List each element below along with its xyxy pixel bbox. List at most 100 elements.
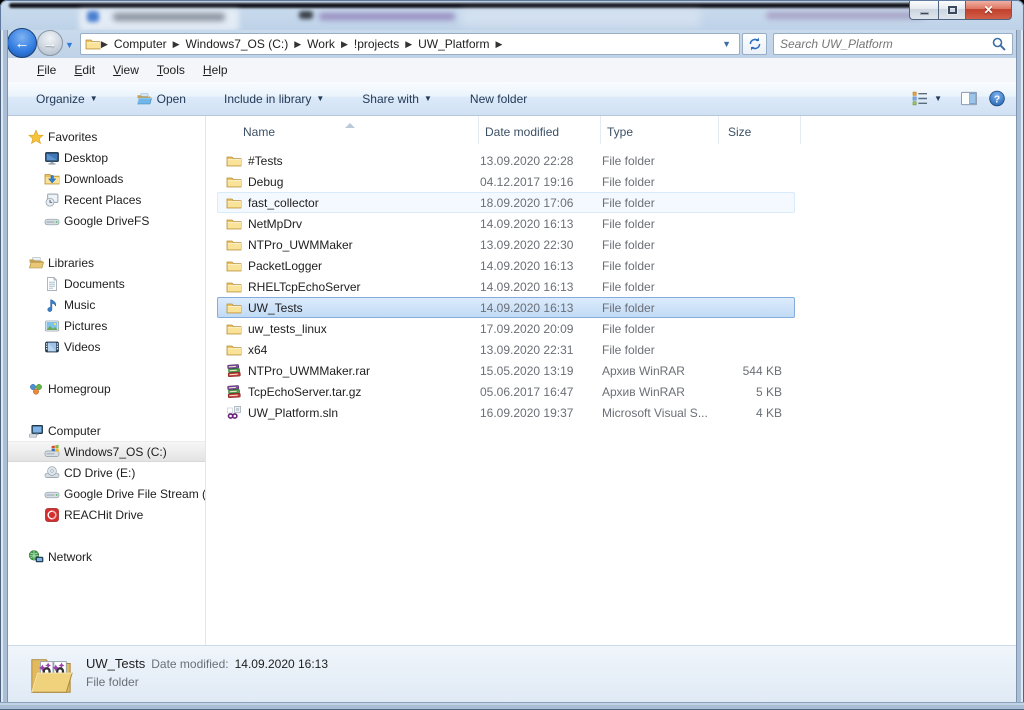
sidebar-item-reachit-drive[interactable]: REACHit Drive — [8, 504, 205, 525]
recent-pages-chevron-icon[interactable]: ▼ — [65, 40, 74, 50]
address-bar[interactable]: ▶ Computer ▶ Windows7_OS (C:) ▶ Work ▶ !… — [80, 33, 740, 55]
open-button[interactable]: Open — [128, 87, 194, 111]
menu-view[interactable]: View — [104, 61, 148, 79]
content-area: FavoritesDesktopDownloadsRecent PlacesGo… — [8, 116, 1016, 645]
file-name: UW_Platform.sln — [242, 406, 474, 420]
file-date: 05.06.2017 16:47 — [474, 385, 596, 399]
breadcrumb-work[interactable]: Work — [301, 37, 341, 51]
menu-help[interactable]: Help — [194, 61, 237, 79]
file-date: 13.09.2020 22:30 — [474, 238, 596, 252]
file-date: 14.09.2020 16:13 — [474, 217, 596, 231]
breadcrumb-drive[interactable]: Windows7_OS (C:) — [180, 37, 295, 51]
file-type: File folder — [596, 301, 714, 315]
file-type: Архив WinRAR — [596, 364, 714, 378]
sidebar-group-label: Computer — [48, 424, 101, 438]
window-border-left — [0, 30, 8, 710]
sidebar-item-desktop[interactable]: Desktop — [8, 147, 205, 168]
address-dropdown-icon[interactable]: ▼ — [714, 39, 739, 49]
chevron-down-icon: ▼ — [316, 94, 324, 103]
file-row-uw-tests-linux[interactable]: uw_tests_linux17.09.2020 20:09File folde… — [217, 318, 795, 339]
sidebar-group-favorites[interactable]: Favorites — [8, 126, 205, 147]
file-type: File folder — [596, 322, 714, 336]
folder-icon — [226, 258, 242, 274]
forward-arrow-icon: → — [43, 36, 58, 51]
share-with-button[interactable]: Share with▼ — [354, 88, 440, 110]
sidebar-item-videos[interactable]: Videos — [8, 336, 205, 357]
search-icon[interactable] — [991, 36, 1007, 52]
column-header-date-modified[interactable]: Date modified — [479, 116, 601, 144]
include-in-library-button[interactable]: Include in library▼ — [216, 88, 332, 110]
search-input[interactable] — [774, 37, 991, 51]
details-item-name: UW_Tests — [86, 656, 145, 671]
sidebar-item-label: REACHit Drive — [64, 508, 143, 522]
new-folder-button[interactable]: New folder — [462, 88, 535, 110]
chevron-down-icon: ▼ — [90, 94, 98, 103]
menu-edit[interactable]: Edit — [65, 61, 104, 79]
sidebar-item-recent-places[interactable]: Recent Places — [8, 189, 205, 210]
sidebar-item-music[interactable]: Music — [8, 294, 205, 315]
file-row-tests[interactable]: #Tests13.09.2020 22:28File folder — [217, 150, 795, 171]
sidebar-item-cd-drive-e[interactable]: CD Drive (E:) — [8, 462, 205, 483]
refresh-icon — [747, 36, 763, 52]
file-type: File folder — [596, 343, 714, 357]
file-date: 14.09.2020 16:13 — [474, 259, 596, 273]
file-row-tcpechoserver-tar-gz[interactable]: TcpEchoServer.tar.gz05.06.2017 16:47Архи… — [217, 381, 795, 402]
file-name: fast_collector — [242, 196, 474, 210]
file-row-ntpro-uwmmaker[interactable]: NTPro_UWMMaker13.09.2020 22:30File folde… — [217, 234, 795, 255]
column-header-size[interactable]: Size — [719, 116, 801, 144]
file-row-ntpro-uwmmaker-rar[interactable]: NTPro_UWMMaker.rar15.05.2020 13:19Архив … — [217, 360, 795, 381]
file-size: 5 KB — [714, 385, 782, 399]
sidebar-item-windows7-os-c[interactable]: Windows7_OS (C:) — [8, 441, 205, 462]
sidebar-item-pictures[interactable]: Pictures — [8, 315, 205, 336]
command-toolbar: Organize▼ Open Include in library▼ Share… — [8, 82, 1016, 116]
desktop-icon — [44, 150, 60, 166]
file-row-netmpdrv[interactable]: NetMpDrv14.09.2020 16:13File folder — [217, 213, 795, 234]
breadcrumb-arrow-icon: ▶ — [341, 39, 348, 50]
forward-button[interactable]: → — [37, 30, 63, 56]
menu-tools[interactable]: Tools — [148, 61, 194, 79]
cd-drive-icon — [44, 465, 60, 481]
column-header-type[interactable]: Type — [601, 116, 719, 144]
title-bar[interactable] — [0, 0, 1024, 30]
sidebar-group-computer[interactable]: Computer — [8, 420, 205, 441]
refresh-button[interactable] — [742, 33, 767, 55]
drive-icon — [44, 213, 60, 229]
search-box — [773, 33, 1013, 55]
sidebar-item-google-drivefs[interactable]: Google DriveFS — [8, 210, 205, 231]
file-row-x64[interactable]: x6413.09.2020 22:31File folder — [217, 339, 795, 360]
breadcrumb-projects[interactable]: !projects — [348, 37, 405, 51]
drive-icon — [44, 486, 60, 502]
chevron-down-icon: ▼ — [424, 94, 432, 103]
address-folder-icon — [85, 36, 101, 52]
sidebar-item-google-drive-file-stream-g[interactable]: Google Drive File Stream (G: — [8, 483, 205, 504]
column-header-name[interactable]: Name — [217, 116, 479, 144]
sidebar-group-libraries[interactable]: Libraries — [8, 252, 205, 273]
folder-icon — [226, 216, 242, 232]
organize-button[interactable]: Organize▼ — [28, 88, 106, 110]
file-row-debug[interactable]: Debug04.12.2017 19:16File folder — [217, 171, 795, 192]
file-row-uw-tests[interactable]: UW_Tests14.09.2020 16:13File folder — [217, 297, 795, 318]
file-row-uw-platform-sln[interactable]: UW_Platform.sln16.09.2020 19:37Microsoft… — [217, 402, 795, 423]
back-button[interactable]: ← — [7, 28, 37, 58]
breadcrumb-computer[interactable]: Computer — [108, 37, 173, 51]
file-name: NTPro_UWMMaker — [242, 238, 474, 252]
music-icon — [44, 297, 60, 313]
close-icon: ✕ — [983, 3, 993, 17]
file-name: NTPro_UWMMaker.rar — [242, 364, 474, 378]
close-button[interactable]: ✕ — [966, 1, 1012, 20]
help-button[interactable]: ? — [988, 90, 1006, 107]
file-row-rheltcpechoserver[interactable]: RHELTcpEchoServer14.09.2020 16:13File fo… — [217, 276, 795, 297]
sidebar-group-label: Homegroup — [48, 382, 111, 396]
maximize-button[interactable] — [938, 1, 966, 20]
sidebar-item-downloads[interactable]: Downloads — [8, 168, 205, 189]
sidebar-item-documents[interactable]: Documents — [8, 273, 205, 294]
sidebar-group-network[interactable]: Network — [8, 546, 205, 567]
file-row-packetlogger[interactable]: PacketLogger14.09.2020 16:13File folder — [217, 255, 795, 276]
minimize-button[interactable] — [909, 1, 938, 20]
preview-pane-button[interactable] — [960, 90, 978, 107]
breadcrumb-uw-platform[interactable]: UW_Platform — [412, 37, 495, 51]
change-view-button[interactable]: ▼ — [903, 86, 950, 111]
sidebar-group-homegroup[interactable]: Homegroup — [8, 378, 205, 399]
menu-file[interactable]: File — [28, 61, 65, 79]
file-row-fast-collector[interactable]: fast_collector18.09.2020 17:06File folde… — [217, 192, 795, 213]
